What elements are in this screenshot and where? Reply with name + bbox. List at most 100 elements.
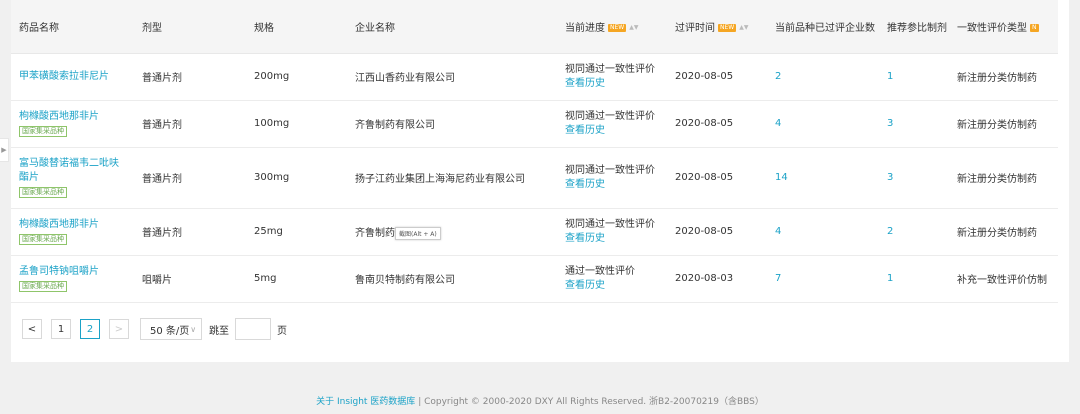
company-count-link[interactable]: 4 xyxy=(767,208,879,255)
about-link[interactable]: 关于 Insight 医药数据库 xyxy=(316,397,415,407)
view-history-link[interactable]: 查看历史 xyxy=(565,77,667,91)
jump-label: 跳至 xyxy=(209,325,229,337)
table-row: 孟鲁司特钠咀嚼片 国家集采品种 咀嚼片 5mg 鲁南贝特制药有限公司 通过一致性评… xyxy=(11,255,1058,302)
dosage-form-cell: 普通片剂 xyxy=(142,174,182,185)
table-row: 富马酸替诺福韦二吡呋酯片 国家集采品种 普通片剂 300mg 扬子江药业集团上海海… xyxy=(11,147,1058,208)
spec-cell: 100mg xyxy=(254,118,290,129)
evaluation-type-cell: 新注册分类仿制药 xyxy=(957,73,1037,84)
reference-drug-link[interactable]: 3 xyxy=(879,100,949,147)
progress-cell: 视同通过一致性评价 查看历史 xyxy=(557,208,667,255)
drug-name-link[interactable]: 枸橼酸西地那非片 xyxy=(19,218,128,232)
page-button-2[interactable]: 2 xyxy=(80,319,100,339)
dosage-form-cell: 普通片剂 xyxy=(142,73,182,84)
chevron-down-icon: ∨ xyxy=(190,324,197,334)
drug-name-link[interactable]: 甲苯磺酸索拉非尼片 xyxy=(19,70,128,84)
company-count-link[interactable]: 7 xyxy=(767,255,879,302)
pagination: < 1 2 > 50 条/页 ∨ 跳至 页 xyxy=(22,318,287,340)
pass-date-cell: 2020-08-05 xyxy=(675,226,734,237)
sidebar-expand-toggle[interactable]: ▶ xyxy=(0,138,9,162)
table-row: 枸橼酸西地那非片国家集采品种 普通片剂 25mg 齐鲁制药有限公司 视同通过一致… xyxy=(11,208,1058,255)
progress-status: 视同通过一致性评价 xyxy=(565,63,655,75)
col-company-count[interactable]: 当前品种已过评企业数 xyxy=(767,0,879,54)
col-evaluation-type[interactable]: 一致性评价类型 N xyxy=(949,0,1058,54)
page-size-value: 50 条/页 xyxy=(150,325,190,337)
col-company[interactable]: 企业名称 xyxy=(347,0,557,54)
spec-cell: 25mg xyxy=(254,226,283,237)
progress-cell: 视同通过一致性评价 查看历史 xyxy=(557,53,667,100)
pass-date-cell: 2020-08-05 xyxy=(675,172,734,183)
col-drug-name[interactable]: 药品名称 xyxy=(11,0,134,54)
procurement-tag: 国家集采品种 xyxy=(19,233,67,245)
drug-name-link[interactable]: 富马酸替诺福韦二吡呋酯片 xyxy=(19,157,128,185)
drug-name-cell: 富马酸替诺福韦二吡呋酯片 国家集采品种 xyxy=(11,147,134,208)
reference-drug-link[interactable]: 1 xyxy=(879,53,949,100)
col-dosage-form[interactable]: 剂型 xyxy=(134,0,246,54)
col-reference-drug[interactable]: 推荐参比制剂 xyxy=(879,0,949,54)
dosage-form-cell: 咀嚼片 xyxy=(142,275,172,286)
dosage-form-cell: 普通片剂 xyxy=(142,228,182,239)
pass-date-cell: 2020-08-05 xyxy=(675,71,734,82)
view-history-link[interactable]: 查看历史 xyxy=(565,279,667,293)
new-badge: NEW xyxy=(718,23,737,32)
evaluation-type-cell: 新注册分类仿制药 xyxy=(957,120,1037,131)
progress-cell: 通过一致性评价查看历史 xyxy=(557,255,667,302)
progress-cell: 视同通过一致性评价 查看历史 xyxy=(557,100,667,147)
sort-icon[interactable]: ▲▼ xyxy=(739,24,748,31)
procurement-tag: 国家集采品种 xyxy=(19,280,67,292)
company-count-link[interactable]: 4 xyxy=(767,100,879,147)
dosage-form-cell: 普通片剂 xyxy=(142,120,182,131)
next-page-button[interactable]: > xyxy=(109,319,129,339)
pass-date-cell: 2020-08-05 xyxy=(675,118,734,129)
view-history-link[interactable]: 查看历史 xyxy=(565,178,667,192)
col-progress[interactable]: 当前进度 NEW ▲▼ xyxy=(557,0,667,54)
company-cell: 江西山香药业有限公司 xyxy=(355,73,455,84)
drug-name-cell: 甲苯磺酸索拉非尼片 xyxy=(11,53,134,100)
jump-page-input[interactable] xyxy=(235,318,271,340)
drug-name-link[interactable]: 孟鲁司特钠咀嚼片 xyxy=(19,265,128,279)
table-row: 甲苯磺酸索拉非尼片 普通片剂 200mg 江西山香药业有限公司 视同通过一致性评… xyxy=(11,53,1058,100)
prev-page-button[interactable]: < xyxy=(22,319,42,339)
results-table: 药品名称 剂型 规格 企业名称 当前进度 NEW ▲▼ 过评时间 NEW ▲▼ 当前品种… xyxy=(11,0,1058,303)
progress-status: 视同通过一致性评价 xyxy=(565,110,655,122)
copyright-text: | Copyright © 2000-2020 DXY All Rights R… xyxy=(418,397,764,407)
chevron-right-icon: ▶ xyxy=(1,146,7,154)
view-history-link[interactable]: 查看历史 xyxy=(565,124,667,138)
company-cell: 鲁南贝特制药有限公司 xyxy=(355,275,455,286)
drug-name-link[interactable]: 枸橼酸西地那非片 xyxy=(19,110,128,124)
company-cell: 扬子江药业集团上海海尼药业有限公司 xyxy=(355,174,525,185)
drug-name-cell: 孟鲁司特钠咀嚼片 国家集采品种 xyxy=(11,255,134,302)
reference-drug-link[interactable]: 2 xyxy=(879,208,949,255)
evaluation-type-cell: 补充一致性评价仿制 xyxy=(957,275,1047,286)
col-spec[interactable]: 规格 xyxy=(246,0,347,54)
spec-cell: 200mg xyxy=(254,71,290,82)
drug-name-cell: 枸橼酸西地那非片 国家集采品种 xyxy=(11,100,134,147)
progress-status: 视同通过一致性评价 xyxy=(565,164,655,176)
progress-cell: 视同通过一致性评价 查看历史 xyxy=(557,147,667,208)
procurement-tag: 国家集采品种 xyxy=(19,125,67,137)
screenshot-tooltip: 截图(Alt + A) xyxy=(395,227,441,240)
col-pass-date[interactable]: 过评时间 NEW ▲▼ xyxy=(667,0,767,54)
footer: 关于 Insight 医药数据库 | Copyright © 2000-2020… xyxy=(0,394,1080,407)
company-cell: 齐鲁制药有限公司 xyxy=(355,120,435,131)
results-table-container: 药品名称 剂型 规格 企业名称 当前进度 NEW ▲▼ 过评时间 NEW ▲▼ 当前品种… xyxy=(11,0,1058,305)
reference-drug-link[interactable]: 1 xyxy=(879,255,949,302)
page-size-select[interactable]: 50 条/页 ∨ xyxy=(140,318,202,340)
company-count-link[interactable]: 14 xyxy=(767,147,879,208)
spec-cell: 300mg xyxy=(254,172,290,183)
new-badge: NEW xyxy=(608,23,627,32)
company-count-link[interactable]: 2 xyxy=(767,53,879,100)
page-unit-label: 页 xyxy=(277,325,287,337)
drug-name-cell: 枸橼酸西地那非片 国家集采品种 xyxy=(11,208,134,255)
view-history-link[interactable]: 查看历史 xyxy=(565,232,667,246)
evaluation-type-cell: 新注册分类仿制药 xyxy=(957,174,1037,185)
progress-status: 通过一致性评价 xyxy=(565,265,635,277)
new-badge: N xyxy=(1030,23,1039,32)
pass-date-cell: 2020-08-03 xyxy=(675,273,734,284)
evaluation-type-cell: 新注册分类仿制药 xyxy=(957,228,1037,239)
progress-status: 视同通过一致性评价 xyxy=(565,218,655,230)
sort-icon[interactable]: ▲▼ xyxy=(629,24,638,31)
reference-drug-link[interactable]: 3 xyxy=(879,147,949,208)
procurement-tag: 国家集采品种 xyxy=(19,186,67,198)
company-cell: 齐鲁制药有限公司 xyxy=(347,208,557,255)
page-button-1[interactable]: 1 xyxy=(51,319,71,339)
